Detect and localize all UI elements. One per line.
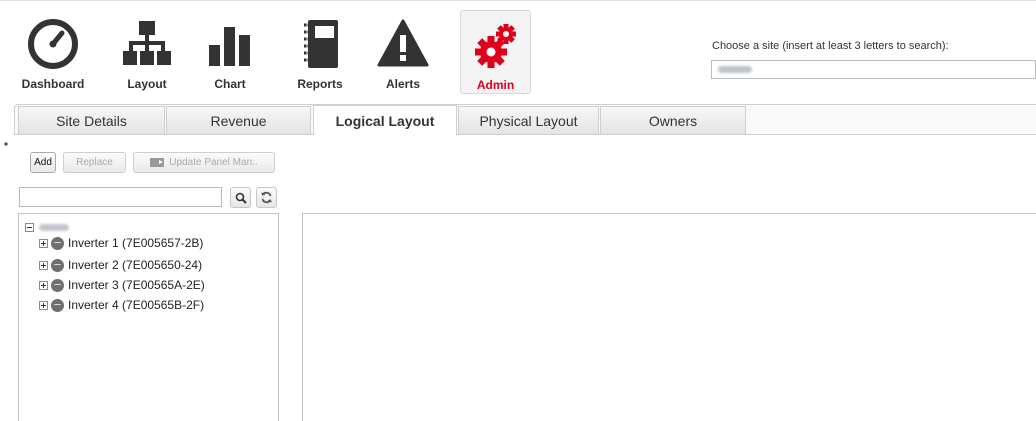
tree-node-inverter[interactable]: Inverter 4 (7E00565B-2F) <box>39 297 204 313</box>
tab-logical-layout[interactable]: Logical Layout <box>313 105 457 135</box>
tree-node-inverter[interactable]: Inverter 2 (7E005650-24) <box>39 257 202 273</box>
nav-alerts[interactable]: Alerts <box>368 10 438 94</box>
nav-label: Alerts <box>385 77 420 91</box>
tab-site-details[interactable]: Site Details <box>18 106 165 134</box>
refresh-icon <box>261 191 272 204</box>
refresh-button[interactable] <box>256 187 277 208</box>
reports-notebook-icon <box>285 16 355 72</box>
nav-admin[interactable]: Admin <box>460 10 531 94</box>
bar-chart-icon <box>195 16 265 72</box>
inverter-label: Inverter 2 (7E005650-24) <box>68 258 203 272</box>
nav-chart[interactable]: Chart <box>195 10 265 94</box>
top-border <box>0 0 1036 5</box>
site-chooser-label: Choose a site (insert at least 3 letters… <box>712 40 949 52</box>
tab-rule <box>14 134 1036 135</box>
nav-label: Layout <box>127 77 167 91</box>
layout-canvas-panel <box>302 213 1036 421</box>
redacted-site-name <box>39 223 69 231</box>
tree-search-input[interactable] <box>19 187 222 207</box>
dashboard-gauge-icon <box>18 16 88 72</box>
site-search-input[interactable] <box>711 60 1036 79</box>
tab-owners[interactable]: Owners <box>600 106 746 134</box>
nav-label: Chart <box>214 77 246 91</box>
nav-dashboard[interactable]: Dashboard <box>18 10 88 94</box>
tree-node-inverter[interactable]: Inverter 3 (7E00565A-2E) <box>39 277 205 293</box>
inverter-icon <box>51 236 64 250</box>
layout-hierarchy-icon <box>112 16 182 72</box>
inverter-label: Inverter 1 (7E005657-2B) <box>68 236 204 250</box>
expand-icon[interactable] <box>39 260 48 270</box>
cursor-icon <box>4 142 8 146</box>
tree-node-inverter[interactable]: Inverter 1 (7E005657-2B) <box>39 235 203 251</box>
redacted-site-name <box>718 66 752 73</box>
tab-physical-layout[interactable]: Physical Layout <box>458 106 599 134</box>
collapse-icon[interactable] <box>25 222 34 232</box>
nav-label: Reports <box>297 77 343 91</box>
tab-revenue[interactable]: Revenue <box>166 106 311 134</box>
inverter-icon <box>51 298 64 312</box>
expand-icon[interactable] <box>39 238 48 248</box>
expand-icon[interactable] <box>39 300 48 310</box>
nav-layout[interactable]: Layout <box>112 10 182 94</box>
update-button-label: Update Panel Man.. <box>169 157 258 168</box>
nav-label: Dashboard <box>21 77 85 91</box>
expand-icon[interactable] <box>39 280 48 290</box>
admin-gears-icon <box>461 17 530 73</box>
search-icon <box>235 192 247 204</box>
search-button[interactable] <box>230 187 251 208</box>
nav-label: Admin <box>476 78 515 92</box>
nav-reports[interactable]: Reports <box>285 10 355 94</box>
alert-triangle-icon <box>368 16 438 72</box>
inverter-icon <box>51 278 64 292</box>
tree-root-site[interactable] <box>25 220 69 234</box>
inverter-label: Inverter 4 (7E00565B-2F) <box>68 298 205 312</box>
panel-icon <box>150 158 165 167</box>
replace-button[interactable]: Replace <box>63 152 126 173</box>
update-panel-manufacturer-button[interactable]: Update Panel Man.. <box>133 152 275 173</box>
inverter-icon <box>51 258 64 272</box>
add-button[interactable]: Add <box>30 152 56 173</box>
inverter-label: Inverter 3 (7E00565A-2E) <box>68 278 205 292</box>
